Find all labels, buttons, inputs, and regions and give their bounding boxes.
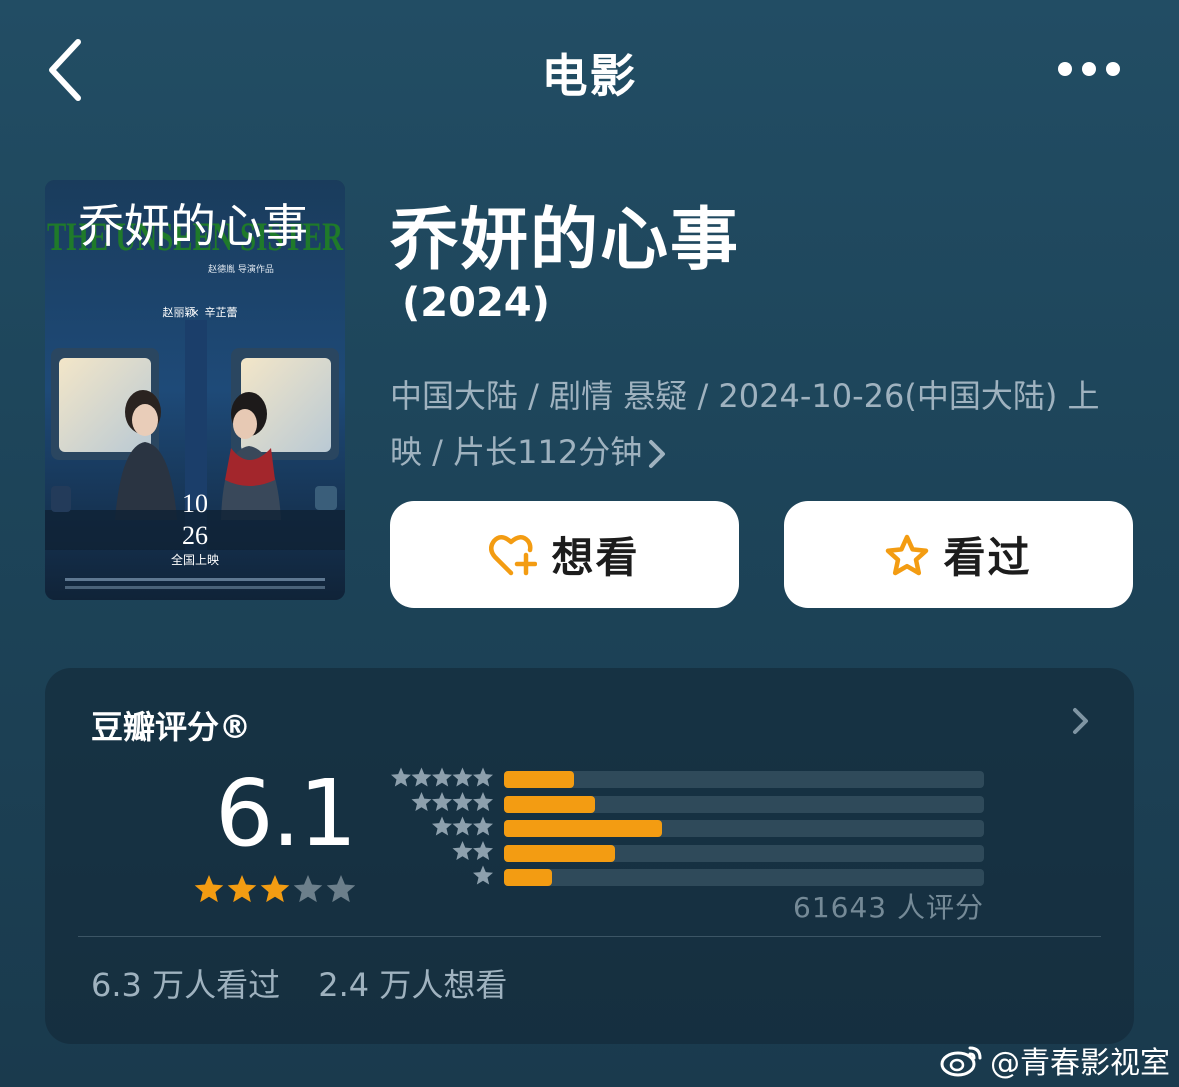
star-label-icon — [452, 792, 473, 811]
weibo-watermark: @青春影视室 — [940, 1040, 1170, 1081]
star-label-icon — [411, 792, 432, 811]
poster-cast-right: 辛芷蕾 — [205, 305, 238, 319]
weibo-logo-icon — [940, 1046, 982, 1077]
star-filled-icon — [260, 875, 290, 903]
rating-bar-track-2 — [504, 844, 984, 862]
heart-plus-icon — [489, 534, 538, 575]
rating-bar-fill-5 — [504, 771, 574, 788]
star-label-icon — [452, 767, 473, 787]
movie-year: (2024) — [402, 280, 550, 326]
rating-source-label: 豆瓣评分® — [91, 708, 252, 746]
rating-bar-track-1 — [504, 869, 984, 886]
star-outline-icon — [886, 534, 929, 575]
star-label-icon — [391, 767, 411, 787]
star-label-icon — [432, 816, 452, 836]
page-title: 电影 — [541, 49, 638, 103]
star-filled-icon — [194, 875, 224, 903]
rating-stars — [194, 875, 355, 903]
star-label-icon — [473, 792, 493, 811]
watermark-text: @青春影视室 — [990, 1046, 1170, 1081]
movie-meta-text: 中国大陆 / 剧情 悬疑 / 2024-10-26(中国大陆) 上映 / 片长1… — [390, 377, 1100, 471]
rating-bar-track-5 — [504, 771, 984, 788]
svg-text:×: × — [190, 306, 199, 319]
rating-bar-fill-3 — [504, 820, 663, 837]
chevron-right-icon — [649, 440, 666, 468]
star-label-icon — [432, 792, 452, 811]
star-label-icon — [473, 865, 493, 885]
rating-distribution-star-labels — [391, 767, 493, 885]
star-label-icon — [473, 767, 493, 787]
card-divider — [78, 936, 1101, 937]
rating-count: 61643 人评分 — [793, 891, 984, 924]
rating-score: 6.1 — [215, 760, 357, 867]
star-label-icon — [432, 767, 452, 787]
watch-stats: 6.3 万人看过 2.4 万人想看 — [91, 960, 535, 1006]
star-label-icon — [452, 841, 473, 860]
star-filled-icon — [227, 875, 257, 903]
star-label-icon — [473, 816, 493, 836]
poster-director-line: 赵德胤 导演作品 — [208, 263, 274, 275]
watched-label: 看过 — [943, 533, 1032, 582]
poster-date-day: 26 — [182, 521, 208, 550]
top-nav-bar: 电影 — [0, 0, 1179, 140]
star-label-icon — [411, 767, 432, 787]
poster-title-cn: 乔妍的心事 — [78, 199, 308, 253]
rating-bar-track-3 — [504, 820, 984, 837]
rating-bar-fill-2 — [504, 844, 616, 862]
want-count: 2.4 万人想看 — [318, 966, 508, 1004]
movie-poster[interactable]: THE UNSEEN SISTER 乔妍的心事 赵德胤 导演作品 赵丽颖 × 辛… — [45, 180, 345, 600]
poster-release-text: 全国上映 — [171, 552, 219, 567]
star-label-icon — [473, 841, 493, 860]
star-empty-icon — [326, 875, 355, 903]
watched-count: 6.3 万人看过 — [91, 966, 281, 1004]
rating-bar-track-4 — [504, 795, 984, 813]
want-to-watch-label: 想看 — [551, 533, 640, 582]
star-empty-icon — [293, 875, 323, 903]
want-to-watch-button[interactable]: 想看 — [390, 501, 739, 608]
movie-meta-info[interactable]: 中国大陆 / 剧情 悬疑 / 2024-10-26(中国大陆) 上映 / 片长1… — [390, 368, 1130, 480]
poster-date-month: 10 — [182, 489, 208, 518]
star-label-icon — [452, 816, 473, 836]
chevron-right-icon[interactable] — [1071, 706, 1091, 736]
rating-bar-fill-4 — [504, 795, 596, 813]
watched-button[interactable]: 看过 — [784, 501, 1133, 608]
rating-bar-fill-1 — [504, 869, 552, 886]
more-options-icon[interactable] — [1054, 58, 1124, 80]
movie-title: 乔妍的心事 — [390, 201, 741, 280]
douban-rating-card[interactable]: 豆瓣评分® 6.1 61643 人评分 6.3 万人看过 2.4 万人想看 — [45, 668, 1134, 1044]
